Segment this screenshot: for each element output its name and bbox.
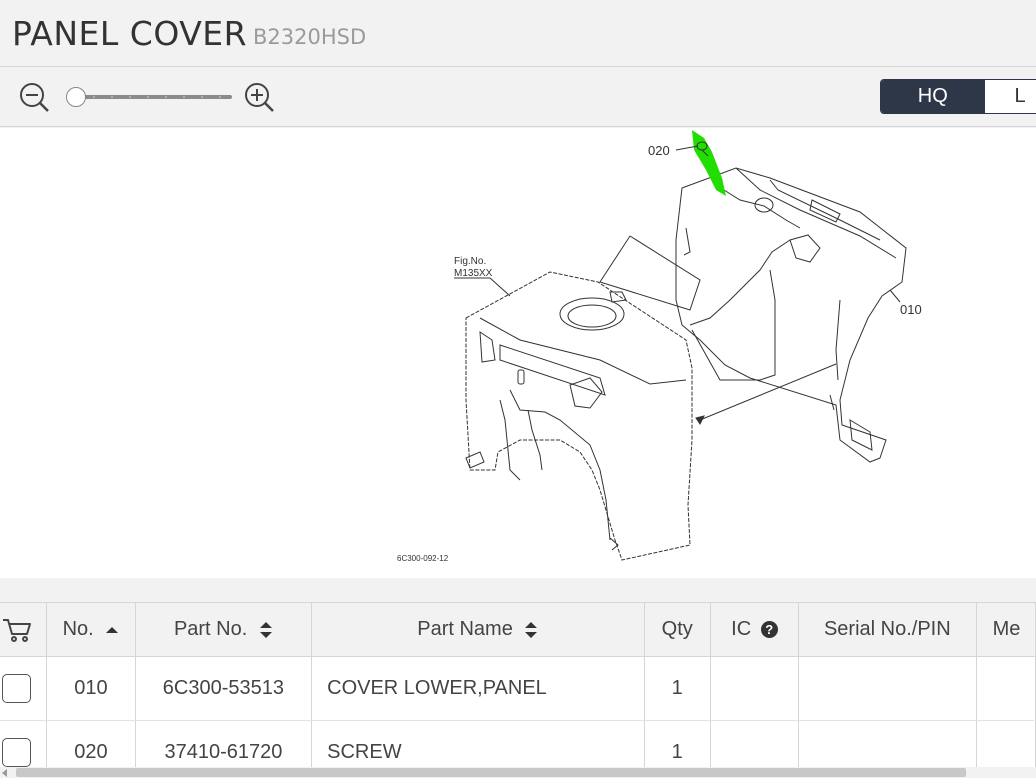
page-title: PANEL COVER — [12, 14, 248, 53]
fig-no-value: M135XX — [454, 268, 493, 279]
cell-ic — [710, 656, 800, 721]
parts-table: No. Part No. Part Name Qty IC ? Serial N… — [0, 602, 1036, 767]
horizontal-scrollbar-thumb[interactable] — [16, 768, 966, 777]
viewer-toolbar: HQ L — [0, 67, 1036, 127]
horizontal-scrollbar[interactable] — [0, 767, 1036, 778]
cell-qty: 1 — [644, 720, 711, 767]
sort-icon — [259, 621, 272, 638]
cell-serial — [798, 656, 977, 721]
parts-diagram[interactable]: Fig.No. M135XX 020 010 6C300-092-12 — [0, 128, 1036, 578]
scroll-left-icon[interactable] — [2, 769, 7, 777]
header-memo: Me — [976, 602, 1036, 657]
cart-icon — [3, 618, 32, 642]
row-checkbox-cell — [0, 720, 48, 767]
highlight-screw-020[interactable] — [692, 130, 726, 196]
callout-020[interactable]: 020 — [648, 143, 670, 158]
header-cart[interactable] — [0, 602, 48, 657]
cell-no: 010 — [46, 656, 136, 721]
table-row[interactable]: 020 37410-61720 SCREW 1 — [0, 720, 1036, 767]
page-header: PANEL COVER B2320HSD — [0, 0, 1036, 67]
fig-no-label: Fig.No. — [454, 256, 486, 267]
header-ic: IC ? — [710, 602, 800, 657]
drawing-id: 6C300-092-12 — [397, 554, 449, 563]
row-checkbox-cell — [0, 656, 48, 721]
parts-table-container: No. Part No. Part Name Qty IC ? Serial N… — [0, 602, 1036, 767]
zoom-in-button[interactable] — [243, 81, 275, 113]
cell-part-name: COVER LOWER,PANEL — [311, 656, 645, 721]
cell-memo — [976, 656, 1036, 721]
header-part-no[interactable]: Part No. — [135, 602, 313, 657]
header-no-label: No. — [62, 618, 94, 640]
header-qty: Qty — [644, 602, 711, 657]
exploded-view-drawing: Fig.No. M135XX 020 010 6C300-092-12 — [397, 130, 922, 563]
zoom-slider[interactable] — [66, 87, 232, 107]
table-row[interactable]: 010 6C300-53513 COVER LOWER,PANEL 1 — [0, 656, 1036, 721]
callout-010[interactable]: 010 — [900, 302, 922, 317]
zoom-in-icon — [245, 83, 274, 112]
lq-button[interactable]: L — [985, 80, 1036, 113]
zoom-slider-ticks — [93, 96, 221, 98]
row-checkbox[interactable] — [1, 674, 31, 703]
cell-part-name: SCREW — [311, 720, 645, 767]
zoom-slider-thumb[interactable] — [66, 87, 86, 107]
cell-ic — [710, 720, 800, 767]
quality-toggle: HQ L — [880, 79, 1036, 114]
cell-serial — [798, 720, 977, 767]
cell-part-no[interactable]: 6C300-53513 — [135, 656, 313, 721]
zoom-out-button[interactable] — [18, 81, 50, 113]
sort-icon — [525, 621, 538, 638]
cell-no: 020 — [46, 720, 136, 767]
cell-qty: 1 — [644, 656, 711, 721]
zoom-out-icon — [20, 83, 49, 112]
help-icon[interactable]: ? — [760, 621, 778, 639]
row-checkbox[interactable] — [1, 738, 31, 767]
header-part-no-label: Part No. — [173, 618, 248, 640]
header-serial: Serial No./PIN — [798, 602, 977, 657]
cell-memo — [976, 720, 1036, 767]
header-no[interactable]: No. — [46, 602, 136, 657]
hq-button[interactable]: HQ — [881, 80, 985, 113]
model-name: B2320HSD — [253, 25, 367, 49]
table-header-row: No. Part No. Part Name Qty IC ? Serial N… — [0, 602, 1036, 657]
header-part-name[interactable]: Part Name — [311, 602, 645, 657]
header-part-name-label: Part Name — [417, 618, 513, 640]
cell-part-no[interactable]: 37410-61720 — [135, 720, 313, 767]
sort-asc-icon — [106, 626, 119, 633]
header-ic-label: IC — [731, 618, 752, 640]
